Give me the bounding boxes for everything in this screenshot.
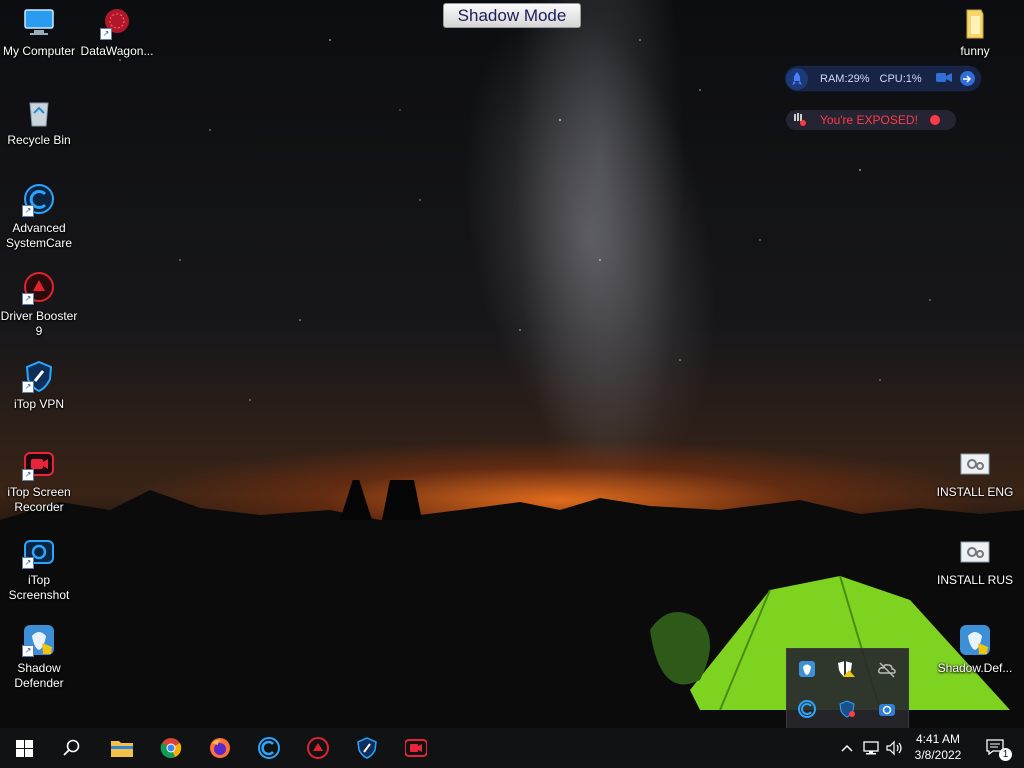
shortcut-arrow-icon: ↗ xyxy=(22,645,34,657)
desktop-icon-label: Shadow Defender xyxy=(14,661,64,690)
clock-time: 4:41 AM xyxy=(915,732,961,746)
desktop-icon-label: iTop Screen Recorder xyxy=(7,485,71,514)
cpu-usage: CPU:1% xyxy=(879,72,922,85)
volume-icon xyxy=(886,740,902,756)
itop-vpn-tray-icon[interactable] xyxy=(837,699,857,719)
rocket-icon[interactable] xyxy=(786,67,808,90)
ram-usage: RAM:29% xyxy=(820,72,870,85)
exposed-status-text: You're EXPOSED! xyxy=(820,113,918,127)
tray-overflow-popup xyxy=(786,648,909,730)
itop-vpn-icon: ↗ xyxy=(22,359,56,393)
taskbar-itop-screen-recorder[interactable] xyxy=(392,728,440,768)
notification-count-badge: 1 xyxy=(999,748,1012,761)
hand-shield-icon xyxy=(792,112,806,129)
chrome-icon xyxy=(160,738,182,758)
desktop-icon-shadow-defender[interactable]: ↗ Shadow Defender xyxy=(0,623,79,691)
desktop-icon-itop-screenshot[interactable]: ↗ iTop Screenshot xyxy=(0,535,79,603)
search-icon xyxy=(63,739,80,756)
chevron-up-icon xyxy=(841,744,853,752)
desktop-icon-recycle-bin[interactable]: Recycle Bin xyxy=(0,95,79,148)
search-button[interactable] xyxy=(48,728,96,768)
security-warning-tray-icon[interactable] xyxy=(837,659,857,679)
recycle-bin-icon xyxy=(22,95,56,129)
desktop-icon-label: Driver Booster 9 xyxy=(0,309,78,338)
desktop-icon-label: INSTALL RUS xyxy=(936,573,1014,587)
driver-booster-icon xyxy=(307,737,329,759)
itop-screenshot-tray-icon[interactable] xyxy=(877,699,897,719)
advanced-systemcare-icon xyxy=(258,737,280,759)
shadow-defender-installer-icon xyxy=(958,623,992,657)
desktop-icon-label: iTop VPN xyxy=(13,397,65,411)
taskbar-firefox[interactable] xyxy=(196,728,244,768)
vpn-status-widget[interactable]: You're EXPOSED! xyxy=(786,110,956,130)
desktop-icon-funny-folder[interactable]: funny xyxy=(935,6,1015,59)
desktop-icon-datawagon[interactable]: ↗ DataWagon... xyxy=(77,6,157,59)
batch-file-gear-icon xyxy=(958,447,992,481)
file-explorer-icon xyxy=(111,741,133,757)
shortcut-arrow-icon: ↗ xyxy=(22,469,34,481)
shortcut-arrow-icon: ↗ xyxy=(22,381,34,393)
shadow-mode-banner[interactable]: Shadow Mode xyxy=(443,3,581,28)
volume-button[interactable] xyxy=(883,728,907,768)
network-icon xyxy=(863,741,879,755)
desktop-icon-label: Advanced SystemCare xyxy=(5,221,73,250)
desktop-icon-shadow-defender-installer[interactable]: Shadow.Def... xyxy=(935,623,1015,676)
start-button[interactable] xyxy=(0,728,48,768)
shortcut-arrow-icon: ↗ xyxy=(22,293,34,305)
shadow-defender-icon: ↗ xyxy=(22,623,56,657)
shadow-defender-tray-icon[interactable] xyxy=(797,659,817,679)
start-icon xyxy=(15,739,33,757)
tray-overflow-button[interactable] xyxy=(835,728,859,768)
computer-icon xyxy=(22,6,56,40)
desktop-icon-label: DataWagon... xyxy=(80,44,154,58)
desktop-icon-my-computer[interactable]: My Computer xyxy=(0,6,79,59)
camera-icon[interactable] xyxy=(935,72,952,86)
desktop-icon-label: funny xyxy=(960,44,990,58)
status-dot-icon xyxy=(929,115,940,125)
desktop-icon-itop-vpn[interactable]: ↗ iTop VPN xyxy=(0,359,79,412)
advanced-systemcare-tray-icon[interactable] xyxy=(797,699,817,719)
action-center-button[interactable]: 1 xyxy=(976,728,1016,768)
taskbar-file-explorer[interactable] xyxy=(98,728,146,768)
taskbar-chrome[interactable] xyxy=(147,728,195,768)
desktop-icon-label: Shadow.Def... xyxy=(937,661,1013,675)
advanced-systemcare-icon: ↗ xyxy=(22,183,56,217)
taskbar-clock[interactable]: 4:41 AM 3/8/2022 xyxy=(908,731,968,763)
taskbar: 4:41 AM 3/8/2022 1 xyxy=(0,728,1024,768)
clock-date: 3/8/2022 xyxy=(914,748,962,762)
driver-booster-icon: ↗ xyxy=(22,271,56,305)
desktop-icon-label: INSTALL ENG xyxy=(936,485,1014,499)
itop-vpn-icon xyxy=(357,737,377,759)
desktop-icon-install-eng[interactable]: INSTALL ENG xyxy=(935,447,1015,500)
desktop-icon-label: iTop Screenshot xyxy=(8,573,70,602)
desktop-icon-advanced-systemcare[interactable]: ↗ Advanced SystemCare xyxy=(0,183,79,251)
shortcut-arrow-icon: ↗ xyxy=(22,205,34,217)
taskbar-advanced-systemcare[interactable] xyxy=(245,728,293,768)
taskbar-driver-booster[interactable] xyxy=(294,728,342,768)
itop-screenshot-icon: ↗ xyxy=(22,535,56,569)
shortcut-arrow-icon: ↗ xyxy=(22,557,34,569)
desktop-icon-driver-booster[interactable]: ↗ Driver Booster 9 xyxy=(0,271,79,339)
desktop-icon-label: My Computer xyxy=(2,44,76,58)
desktop-icon-install-rus[interactable]: INSTALL RUS xyxy=(935,535,1015,588)
itop-screen-recorder-icon: ↗ xyxy=(22,447,56,481)
system-monitor-widget[interactable]: RAM:29% CPU:1% xyxy=(786,67,980,90)
firefox-icon xyxy=(210,738,230,758)
notification-icon: 1 xyxy=(986,739,1012,761)
cloud-offline-tray-icon[interactable] xyxy=(877,659,897,679)
desktop-icon-label: Recycle Bin xyxy=(7,133,71,147)
batch-file-gear-icon xyxy=(958,535,992,569)
desktop-icon-itop-screen-recorder[interactable]: ↗ iTop Screen Recorder xyxy=(0,447,79,515)
datawagon-icon: ↗ xyxy=(100,6,134,40)
shortcut-arrow-icon: ↗ xyxy=(100,28,112,40)
itop-screen-recorder-icon xyxy=(405,739,427,757)
folder-icon xyxy=(958,6,992,40)
network-status-button[interactable] xyxy=(859,728,883,768)
taskbar-itop-vpn[interactable] xyxy=(343,728,391,768)
arrow-right-icon[interactable] xyxy=(959,71,975,86)
